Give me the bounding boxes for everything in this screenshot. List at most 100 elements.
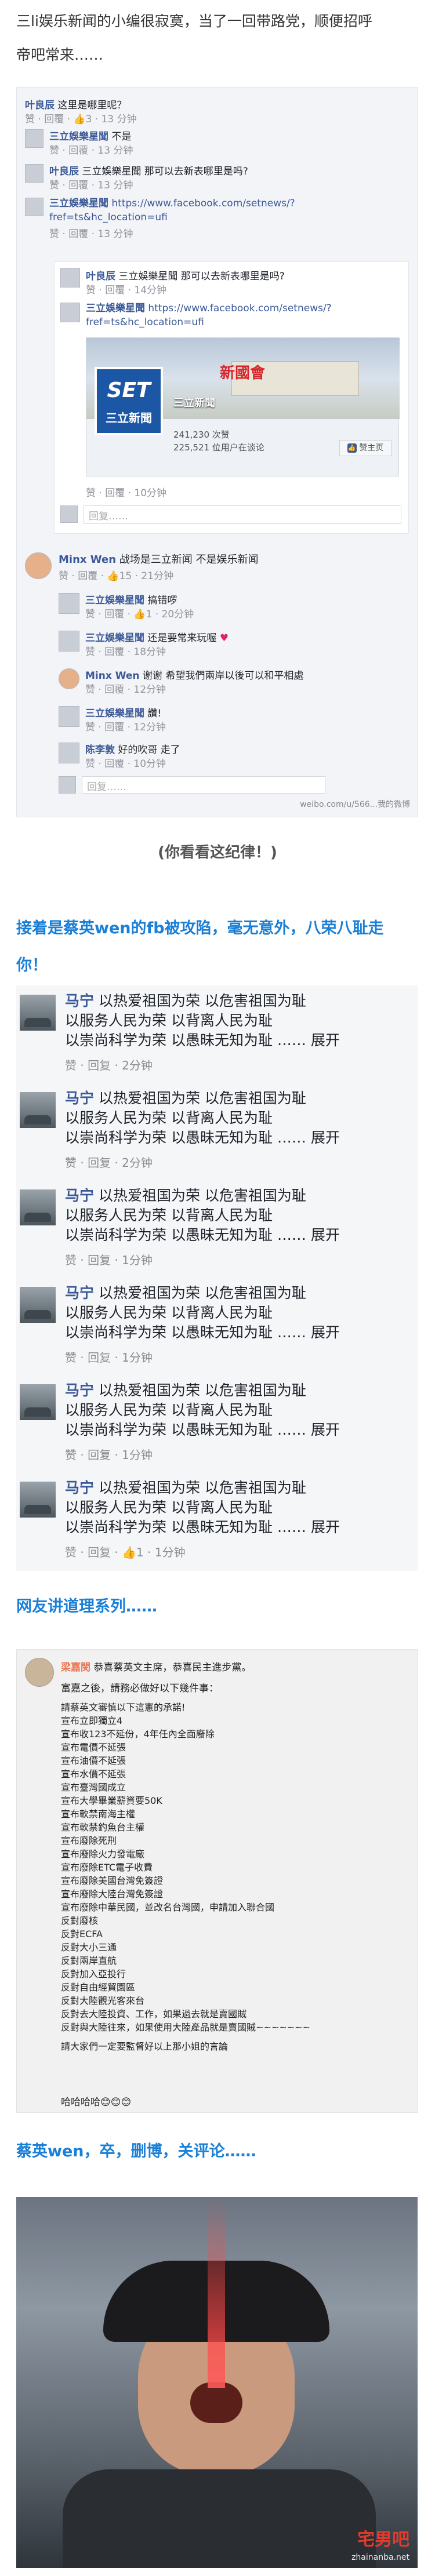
weibo-list-item: 宣布軟禁釣魚台主權	[61, 1822, 145, 1833]
spam-comment: 马宁 以热爱祖国为荣 以危害祖国为耻以服务人民为荣 以背离人民为耻以崇尚科学为荣…	[16, 1283, 418, 1381]
comment-text: 这里是哪里呢？	[57, 100, 127, 111]
comment-author[interactable]: 三立娛樂星聞	[49, 131, 108, 143]
avatar	[20, 1287, 56, 1323]
weibo-header-text: 恭喜蔡英文主席，恭喜民主進步黨。	[93, 1662, 252, 1673]
comment-meta: 赞 · 回覆 · 👍3 · 13 分钟	[25, 114, 137, 125]
weibo-demand-list: 請蔡英文審慎以下這憲的承諾! 宣布立即獨立4 宣布收123不延份，4年任內全面廢除宣…	[61, 1701, 409, 2053]
comment-author[interactable]: 马宁	[65, 1479, 94, 1496]
spam-comment-text: 马宁 以热爱祖国为荣 以危害祖国为耻 以服务人民为荣 以背离人民为耻 以崇尚科学为荣…	[65, 1381, 401, 1440]
reply-text: 还是要常来玩喔	[147, 632, 217, 644]
section-title-3: 网友讲道理系列……	[16, 1598, 157, 1616]
comment-author[interactable]: 马宁	[65, 1090, 94, 1107]
comment-text: 不是	[111, 131, 132, 143]
weibo-list-item: 宣布收123不延份，4年任內全面廢除	[61, 1729, 215, 1740]
comment-author[interactable]: Minx Wen	[59, 554, 116, 566]
logo-top: SET	[107, 379, 151, 402]
spam-comment-text: 马宁 以热爱祖国为荣 以危害祖国为耻以服务人民为荣 以背离人民为耻以崇尚科学为荣…	[65, 1283, 401, 1342]
spam-comment-text: 马宁 以热爱祖国为荣 以危害祖国为耻 以服务人民为荣 以背离人民为耻 以崇尚科学为荣…	[65, 1478, 401, 1537]
weibo-list-item: 宣布廢除ETC電子收費	[61, 1862, 153, 1873]
avatar	[60, 303, 80, 322]
weibo-list-item: 宣布油價不延張	[61, 1755, 126, 1766]
heart-icon: ♥	[219, 632, 229, 644]
comment-meta: 赞 · 回覆 · 13 分钟	[49, 228, 133, 240]
reaction-photo: 宅男吧 zhainanba.net	[16, 2197, 418, 2568]
comment-author[interactable]: 三立娛樂星聞	[86, 303, 145, 314]
weibo-list-item: 反對自由經貿園區	[61, 1982, 136, 1993]
weibo-list-item: 宣布大學畢業薪資要50K	[61, 1795, 162, 1806]
avatar	[60, 268, 80, 288]
spam-comment-text: 马宁 以热爱祖国为荣 以危害祖国为耻 以服务人民为荣 以背离人民为耻 以崇尚科学为荣…	[65, 1089, 401, 1148]
comment-link-cont[interactable]: fref=ts&hc_location=ufi	[86, 316, 204, 328]
reply-meta: 赞 · 回覆 · 👍1 · 20分钟	[85, 609, 194, 620]
like-page-button[interactable]: 👍 赞主页	[339, 440, 392, 456]
comment-link[interactable]: https://www.facebook.com/setnews/?	[148, 303, 331, 314]
robe-shape	[63, 2469, 376, 2568]
weibo-list-item: 宣布廢除火力發電廠	[61, 1849, 145, 1860]
comment-line-expand[interactable]: 以崇尚科学为荣 以愚昧无知为耻 …… 展开	[65, 1519, 340, 1536]
avatar	[59, 631, 79, 652]
comment-author[interactable]: 三立娛樂星聞	[49, 198, 108, 209]
comment-line: 以服务人民为荣 以背离人民为耻	[65, 1304, 273, 1321]
comment-line-expand[interactable]: 以崇尚科学为荣 以愚昧无知为耻 …… 展开	[65, 1421, 340, 1438]
avatar	[60, 505, 78, 523]
comment-line: 以热爱祖国为荣 以危害祖国为耻	[98, 1285, 306, 1301]
reply-meta: 赞 · 回覆 · 10分钟	[85, 758, 166, 770]
comment-meta: 赞 · 回复 · 👍1 · 1分钟	[65, 1545, 186, 1559]
weibo-list-item: 反對大陸觀光客來台	[61, 1995, 145, 2006]
spam-comment: 马宁 以热爱祖国为荣 以危害祖国为耻 以服务人民为荣 以背离人民为耻 以崇尚科学为荣…	[16, 1186, 418, 1283]
reply-author[interactable]: 三立娛樂星聞	[85, 708, 144, 719]
comment-line-expand[interactable]: 以崇尚科学为荣 以愚昧无知为耻 …… 展开	[65, 1324, 340, 1341]
reply-meta: 赞 · 回覆 · 12分钟	[85, 684, 166, 696]
weibo-list-item: 反對ECFA	[61, 1929, 103, 1940]
reply-author[interactable]: 三立娛樂星聞	[85, 595, 144, 606]
weibo-list-item: 宣布廢除大陸台灣免簽證	[61, 1889, 164, 1900]
spam-comment: 马宁 以热爱祖国为荣 以危害祖国为耻 以服务人民为荣 以背离人民为耻 以崇尚科学为荣…	[16, 1089, 418, 1186]
comment-line-expand[interactable]: 以崇尚科学为荣 以愚昧无知为耻 …… 展开	[65, 1129, 340, 1146]
comment-line: 以热爱祖国为荣 以危害祖国为耻	[98, 992, 306, 1009]
comment-text: 三立娛樂星聞 那可以去新表哪里是吗?	[82, 166, 248, 177]
spam-comment-text: 马宁 以热爱祖国为荣 以危害祖国为耻 以服务人民为荣 以背离人民为耻 以崇尚科学为荣…	[65, 1186, 401, 1245]
comment-meta: 赞 · 回复 · 1分钟	[65, 1351, 153, 1365]
section-title-2: 接着是蔡英wen的fb被攻陷，毫无意外，八荣八耻走 你！	[16, 910, 422, 984]
comment-meta: 赞 · 回复 · 2分钟	[65, 1058, 153, 1072]
comment-author[interactable]: 马宁	[65, 1382, 94, 1399]
comment-author[interactable]: 叶良辰	[86, 271, 115, 282]
comment-line: 以服务人民为荣 以背离人民为耻	[65, 1207, 273, 1224]
avatar	[59, 706, 79, 727]
avatar	[59, 776, 76, 794]
avatar	[25, 552, 52, 579]
link-preview-card[interactable]: 新國會 SET 三立新聞 三立新聞 241,230 次赞 225,521 位用户…	[86, 337, 400, 476]
weibo-list-item: 反對去大陸投資、工作，如果過去就是賣國賊	[61, 2009, 247, 2020]
weibo-list-item: 反對與大陸往來，如果使用大陸產品就是賣國賊~~~~~~~	[61, 2022, 310, 2033]
reply-author[interactable]: Minx Wen	[85, 670, 140, 682]
comment-author[interactable]: 马宁	[65, 992, 94, 1009]
comment-author[interactable]: 马宁	[65, 1187, 94, 1204]
weibo-user[interactable]: 梁嘉閔	[61, 1662, 90, 1673]
comment-link-cont[interactable]: fref=ts&hc_location=ufi	[49, 212, 168, 223]
comment-text: 战场是三立新闻 不是娱乐新闻	[119, 554, 259, 566]
comment-link[interactable]: https://www.facebook.com/setnews/?	[111, 198, 295, 209]
avatar	[20, 1384, 56, 1420]
reply-input[interactable]: 回复……	[82, 776, 325, 794]
reply-text: 好的吹哥 走了	[118, 744, 180, 756]
intro-line-1: 三li娱乐新闻的小编很寂寞，当了一回带路党，顺便招呼	[16, 13, 372, 30]
avatar	[25, 164, 44, 183]
avatar	[20, 1092, 56, 1128]
comment-meta: 赞 · 回覆 · 10分钟	[86, 487, 167, 499]
comment-line-expand[interactable]: 以崇尚科学为荣 以愚昧无知为耻 …… 展开	[65, 1032, 340, 1049]
section-title-line-2: 你！	[16, 956, 48, 974]
comment-line-expand[interactable]: 以崇尚科学为荣 以愚昧无知为耻 …… 展开	[65, 1227, 340, 1243]
weibo-sign-off: 哈哈哈哈😊😊😊	[61, 2097, 132, 2108]
comment-author[interactable]: 马宁	[65, 1285, 94, 1301]
reply-author[interactable]: 陈李敦	[85, 744, 115, 756]
preview-talking: 225,521 位用户在谈论	[173, 442, 264, 453]
reply-author[interactable]: 三立娛樂星聞	[85, 632, 144, 644]
reply-input[interactable]: 回复……	[84, 505, 401, 524]
comment-meta: 赞 · 回复 · 1分钟	[65, 1253, 153, 1267]
weibo-list-item: 宣布廢除中華民國，並改名台灣國，申請加入聯合國	[61, 1902, 275, 1913]
comment-author[interactable]: 叶良辰	[49, 166, 79, 177]
avatar	[20, 1189, 56, 1225]
weibo-list-item: 宣布立即獨立4	[61, 1715, 123, 1726]
weibo-list-item: 反對兩岸直航	[61, 1955, 117, 1966]
comment-author[interactable]: 叶良辰	[25, 100, 55, 111]
